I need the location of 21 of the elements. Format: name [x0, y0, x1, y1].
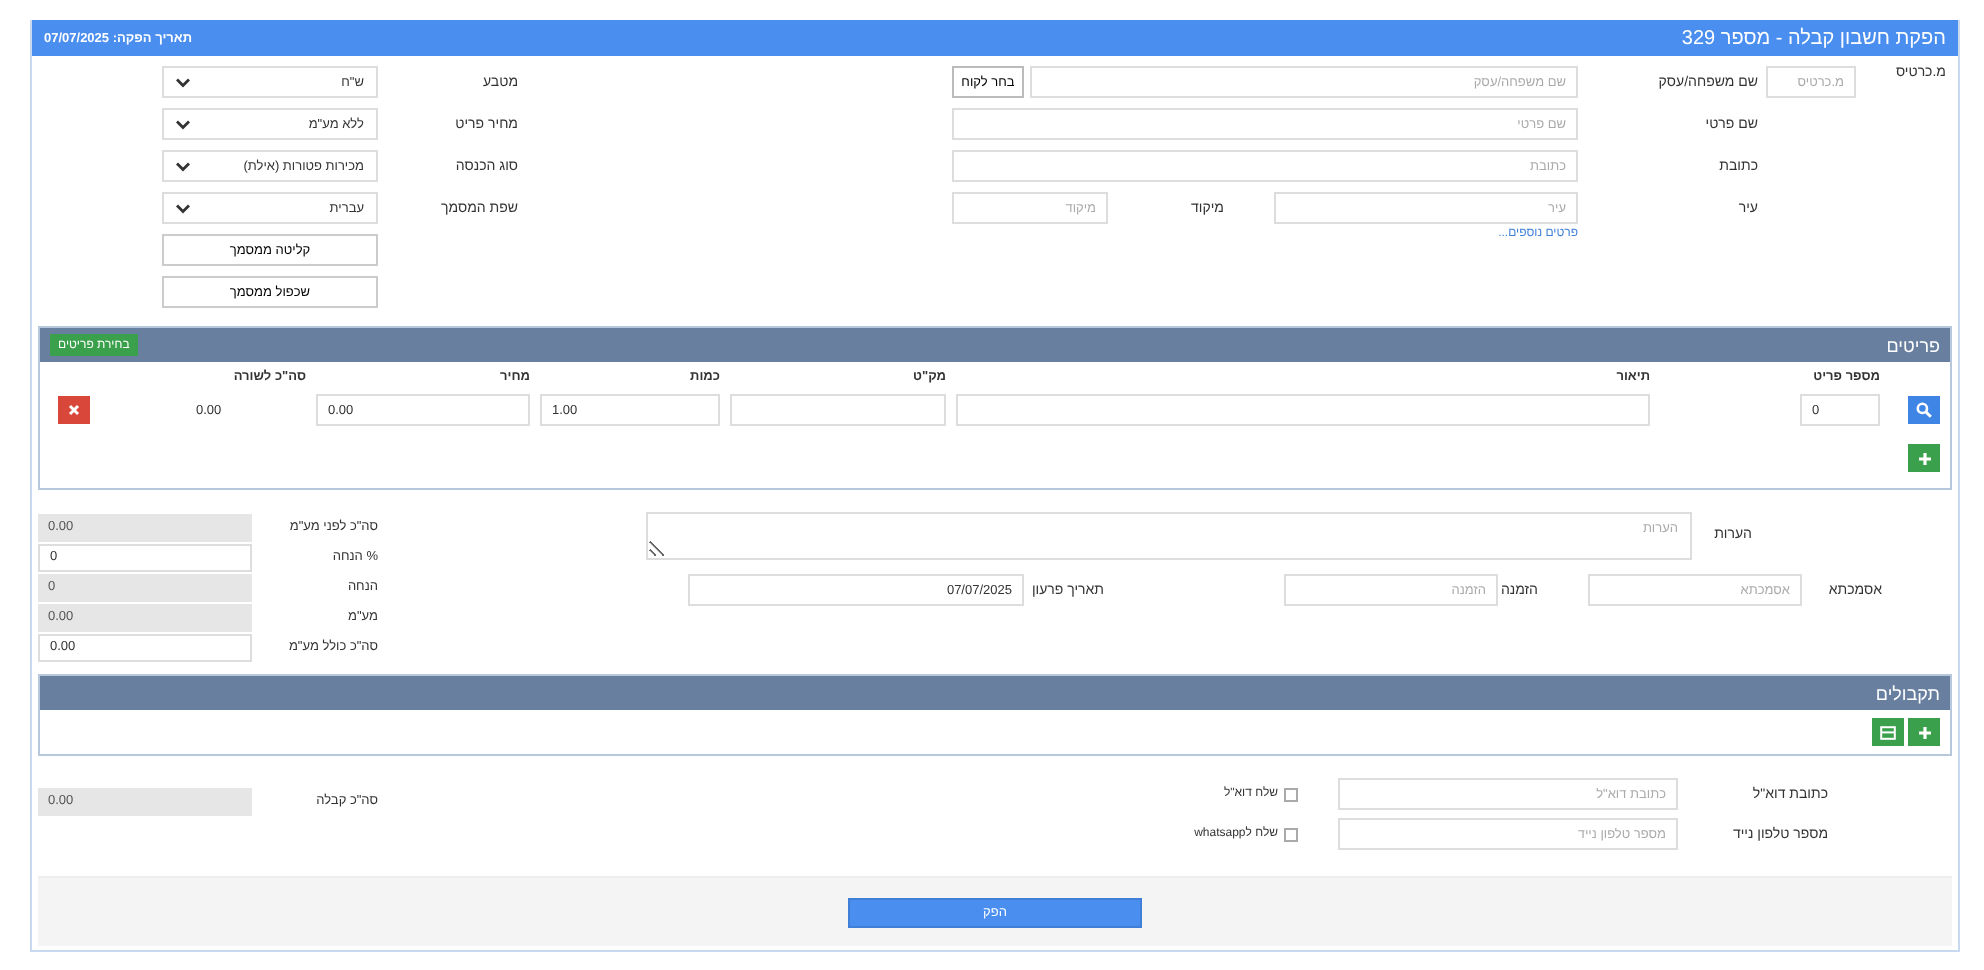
search-icon	[1916, 402, 1932, 418]
table-icon	[1880, 725, 1896, 739]
chevron-down-icon	[176, 77, 190, 87]
close-icon	[68, 404, 80, 416]
plus-icon	[1917, 451, 1931, 465]
window-title: הפקת חשבון קבלה - מספר 329	[1681, 27, 1946, 49]
panel-title: פריטים	[1886, 335, 1940, 355]
plus-icon	[1917, 725, 1931, 739]
sku-field[interactable]	[730, 394, 946, 426]
chevron-down-icon	[176, 119, 190, 129]
add-button[interactable]	[1908, 444, 1940, 472]
checkbox[interactable]	[1284, 827, 1298, 841]
panel-title: תקבולים	[1875, 683, 1940, 703]
add-button[interactable]	[1908, 718, 1940, 746]
chevron-down-icon	[176, 203, 190, 213]
description-field[interactable]	[956, 394, 1650, 426]
delete-button[interactable]	[58, 396, 90, 424]
table-button[interactable]	[1872, 718, 1904, 746]
chevron-down-icon	[176, 161, 190, 171]
checkbox[interactable]	[1284, 787, 1298, 801]
search-button[interactable]	[1908, 396, 1940, 424]
